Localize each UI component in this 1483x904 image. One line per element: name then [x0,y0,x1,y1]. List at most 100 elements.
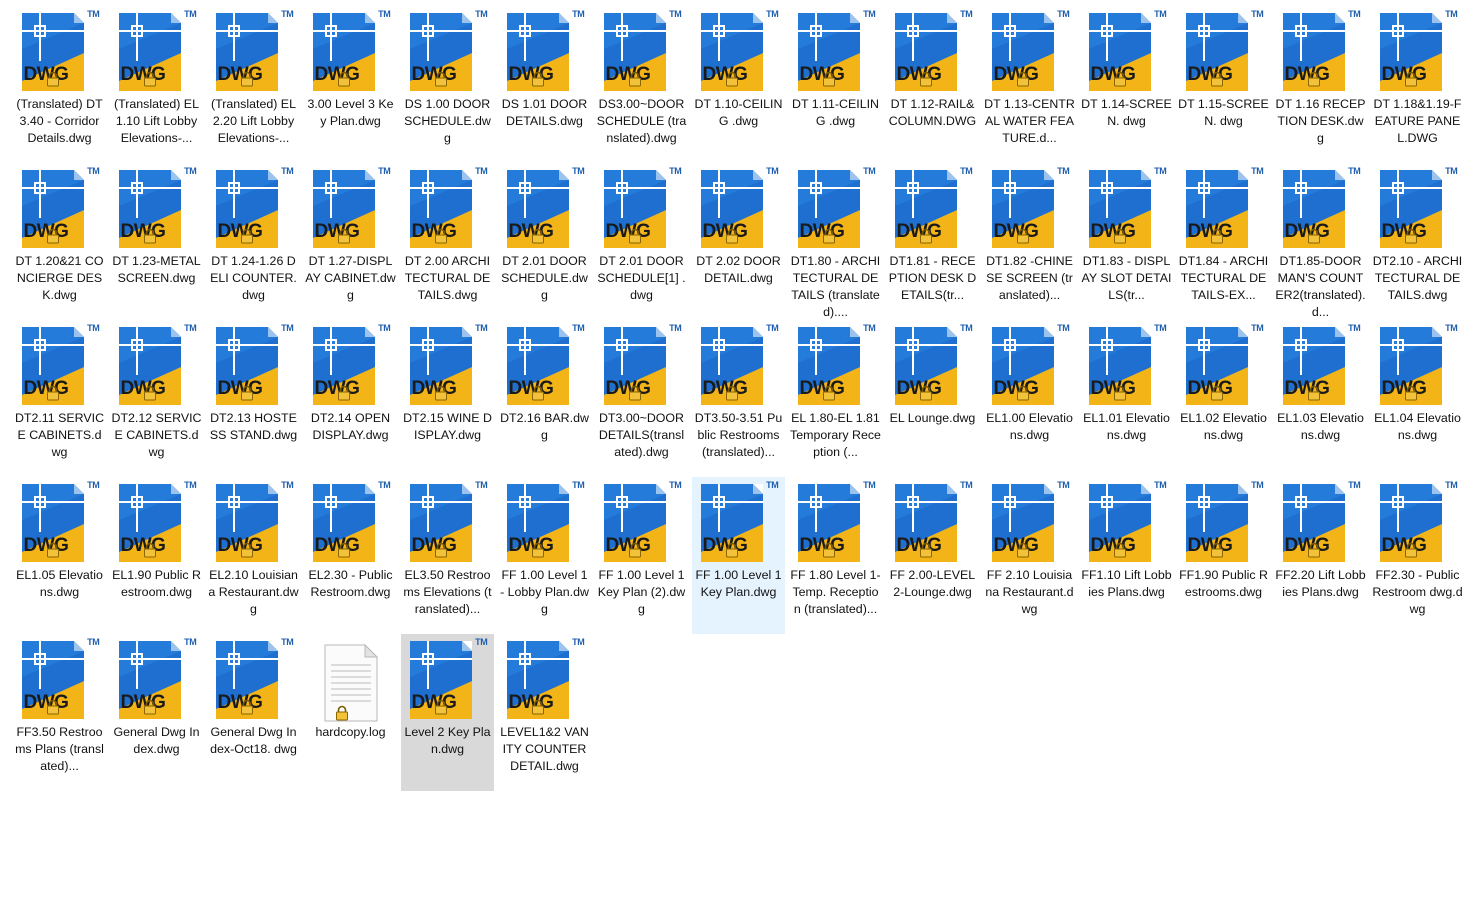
file-name-label: DT 1.14-SCREEN. dwg [1081,97,1172,128]
file-item[interactable]: TM DWG DT3.50-3.51 Public Restrooms (tra… [692,320,785,477]
file-item[interactable]: TM DWG DT1.85-DOORMAN'S COUNTER2(transla… [1274,163,1367,320]
trademark-label: TM [960,166,973,176]
trademark-label: TM [766,323,779,333]
file-item[interactable]: TM DWG EL1.04 Elevations.dwg [1371,320,1464,477]
dwg-file-icon: TM DWG [505,637,585,723]
file-item[interactable]: TM DWG FF 1.00 Level 1 Key Plan (2).dwg [595,477,688,634]
file-item[interactable]: TM DWG DT2.14 OPEN DISPLAY.dwg [304,320,397,477]
file-item[interactable]: TM DWG DT 2.01 DOOR SCHEDULE[1] .dwg [595,163,688,320]
file-item[interactable]: TM DWG DT 1.20&21 CONCIERGE DESK.dwg [13,163,106,320]
file-item[interactable]: TM DWG General Dwg Index.dwg [110,634,203,791]
dwg-file-icon: TM DWG [505,480,585,566]
file-item[interactable]: TM DWG EL1.00 Elevations.dwg [983,320,1076,477]
file-item[interactable]: TM DWG DT 1.24-1.26 DELI COUNTER.dwg [207,163,300,320]
file-item[interactable]: TM DWG (Translated) EL2.20 Lift Lobby El… [207,6,300,163]
dwg-file-icon: TM DWG [893,166,973,252]
file-item[interactable]: TM DWG DT1.80 - ARCHITECTURAL DETAILS (t… [789,163,882,320]
file-item[interactable]: TM DWG DT1.83 - DISPLAY SLOT DETAILS(tr.… [1080,163,1173,320]
lock-icon [1113,228,1126,244]
file-name-label: FF 1.00 Level 1 Key Plan.dwg [695,568,782,599]
file-item[interactable]: TM DWG DT2.13 HOSTESS STAND.dwg [207,320,300,477]
lock-icon [1210,228,1223,244]
file-item[interactable]: TM DWG DT 1.18&1.19-FEATURE PANEL.DWG [1371,6,1464,163]
file-item[interactable]: TM DWG DT2.10 - ARCHITECTURAL DETAILS.dw… [1371,163,1464,320]
lock-icon [143,699,156,715]
lock-icon [531,228,544,244]
file-item[interactable]: TM DWG DT 1.12-RAIL&COLUMN.DWG [886,6,979,163]
file-item[interactable]: TM DWG DT 1.11-CEILING .dwg [789,6,882,163]
file-item[interactable]: TM DWG DT 1.13-CENTRAL WATER FEATURE.d..… [983,6,1076,163]
dwg-file-icon: TM DWG [20,323,100,409]
file-item[interactable]: TM DWG EL1.90 Public Restroom.dwg [110,477,203,634]
file-item[interactable]: TM DWG DT 1.10-CEILING .dwg [692,6,785,163]
file-item[interactable]: TM DWG DT 2.02 DOOR DETAIL.dwg [692,163,785,320]
file-item[interactable]: TM DWG DT1.84 - ARCHITECTURAL DETAILS-EX… [1177,163,1270,320]
dwg-file-icon: TM DWG [20,9,100,95]
dwg-file-icon: TM DWG [505,323,585,409]
trademark-label: TM [87,637,100,647]
file-item[interactable]: TM DWG DT 1.16 RECEPTION DESK.dwg [1274,6,1367,163]
file-item[interactable]: TM DWG 3.00 Level 3 Key Plan.dwg [304,6,397,163]
file-item[interactable]: TM DWG FF 2.00-LEVEL 2-Lounge.dwg [886,477,979,634]
dwg-file-icon: TM DWG [20,166,100,252]
file-item[interactable]: TM DWG DT2.12 SERVICE CABINETS.dwg [110,320,203,477]
file-item[interactable]: TM DWG FF2.20 Lift Lobbies Plans.dwg [1274,477,1367,634]
file-name-label: DT 1.12-RAIL&COLUMN.DWG [888,97,977,128]
file-item[interactable]: TM DWG Level 2 Key Plan.dwg [401,634,494,791]
file-item[interactable]: TM DWG EL Lounge.dwg [886,320,979,477]
file-item[interactable]: TM DWG (Translated) EL1.10 Lift Lobby El… [110,6,203,163]
file-item[interactable]: TM DWG FF1.10 Lift Lobbies Plans.dwg [1080,477,1173,634]
file-item[interactable]: TM DWG General Dwg Index-Oct18. dwg [207,634,300,791]
dwg-file-icon: TM DWG [893,480,973,566]
trademark-label: TM [281,166,294,176]
file-item[interactable]: TM DWG FF 1.80 Level 1-Temp. Reception (… [789,477,882,634]
file-name-label: EL1.00 Elevations.dwg [986,411,1073,442]
lock-icon [337,542,350,558]
file-item[interactable]: TM DWG DS 1.01 DOOR DETAILS.dwg [498,6,591,163]
file-item[interactable]: TM DWG EL3.50 Restrooms Elevations (tran… [401,477,494,634]
dwg-file-icon: TM DWG [20,637,100,723]
lock-icon [725,71,738,87]
file-item[interactable]: TM DWG EL 1.80-EL 1.81 Temporary Recepti… [789,320,882,477]
file-item[interactable]: TM DWG DT2.15 WINE DISPLAY.dwg [401,320,494,477]
file-item[interactable]: TM DWG EL1.01 Elevations.dwg [1080,320,1173,477]
file-name-label: DT 2.01 DOOR SCHEDULE[1] .dwg [597,254,686,302]
dwg-file-icon: TM DWG [408,166,488,252]
file-item[interactable]: TM DWG DS3.00~DOOR SCHEDULE (translated)… [595,6,688,163]
file-item[interactable]: TM DWG DT1.81 - RECEPTION DESK DETAILS(t… [886,163,979,320]
file-item[interactable]: TM DWG EL1.02 Elevations.dwg [1177,320,1270,477]
file-item[interactable]: TM DWG FF 1.00 Level 1 Key Plan.dwg [692,477,785,634]
file-item[interactable]: TM DWG DT 1.14-SCREEN. dwg [1080,6,1173,163]
file-item[interactable]: TM DWG EL1.05 Elevations.dwg [13,477,106,634]
file-item[interactable]: hardcopy.log [304,634,397,791]
file-name-label: DS 1.01 DOOR DETAILS.dwg [501,97,588,128]
file-item[interactable]: TM DWG FF 2.10 Louisiana Restaurant.dwg [983,477,1076,634]
file-item[interactable]: TM DWG DT 2.00 ARCHITECTURAL DETAILS.dwg [401,163,494,320]
file-item[interactable]: TM DWG DT3.00~DOOR DETAILS(translated).d… [595,320,688,477]
file-name-label: DT2.12 SERVICE CABINETS.dwg [111,411,202,459]
file-item[interactable]: TM DWG DT2.11 SERVICE CABINETS.dwg [13,320,106,477]
dwg-file-icon: TM DWG [990,480,1070,566]
file-name-label: EL1.02 Elevations.dwg [1180,411,1267,442]
file-item[interactable]: TM DWG EL1.03 Elevations.dwg [1274,320,1367,477]
lock-icon [240,542,253,558]
file-item[interactable]: TM DWG DT 1.15-SCREEN. dwg [1177,6,1270,163]
file-item[interactable]: TM DWG DT1.82 -CHINESE SCREEN (translate… [983,163,1076,320]
file-item[interactable]: TM DWG DT 1.27-DISPLAY CABINET.dwg [304,163,397,320]
dwg-file-icon: TM DWG [311,166,391,252]
file-item[interactable]: TM DWG LEVEL1&2 VANITY COUNTER DETAIL.dw… [498,634,591,791]
file-item[interactable]: TM DWG DS 1.00 DOOR SCHEDULE.dwg [401,6,494,163]
file-item[interactable]: TM DWG DT 1.23-METAL SCREEN.dwg [110,163,203,320]
file-item[interactable]: TM DWG DT2.16 BAR.dwg [498,320,591,477]
file-item[interactable]: TM DWG FF2.30 - Public Restroom dwg.dwg [1371,477,1464,634]
file-item[interactable]: TM DWG EL2.30 - Public Restroom.dwg [304,477,397,634]
file-item[interactable]: TM DWG DT 2.01 DOOR SCHEDULE.dwg [498,163,591,320]
file-name-label: FF 1.00 Level 1 - Lobby Plan.dwg [500,568,589,616]
file-item[interactable]: TM DWG FF 1.00 Level 1 - Lobby Plan.dwg [498,477,591,634]
lock-icon [1113,71,1126,87]
file-item[interactable]: TM DWG FF3.50 Restrooms Plans (translate… [13,634,106,791]
file-item[interactable]: TM DWG EL2.10 Louisiana Restaurant.dwg [207,477,300,634]
file-item[interactable]: TM DWG FF1.90 Public Restrooms.dwg [1177,477,1270,634]
file-item[interactable]: TM DWG (Translated) DT3.40 - Corridor De… [13,6,106,163]
trademark-label: TM [281,9,294,19]
